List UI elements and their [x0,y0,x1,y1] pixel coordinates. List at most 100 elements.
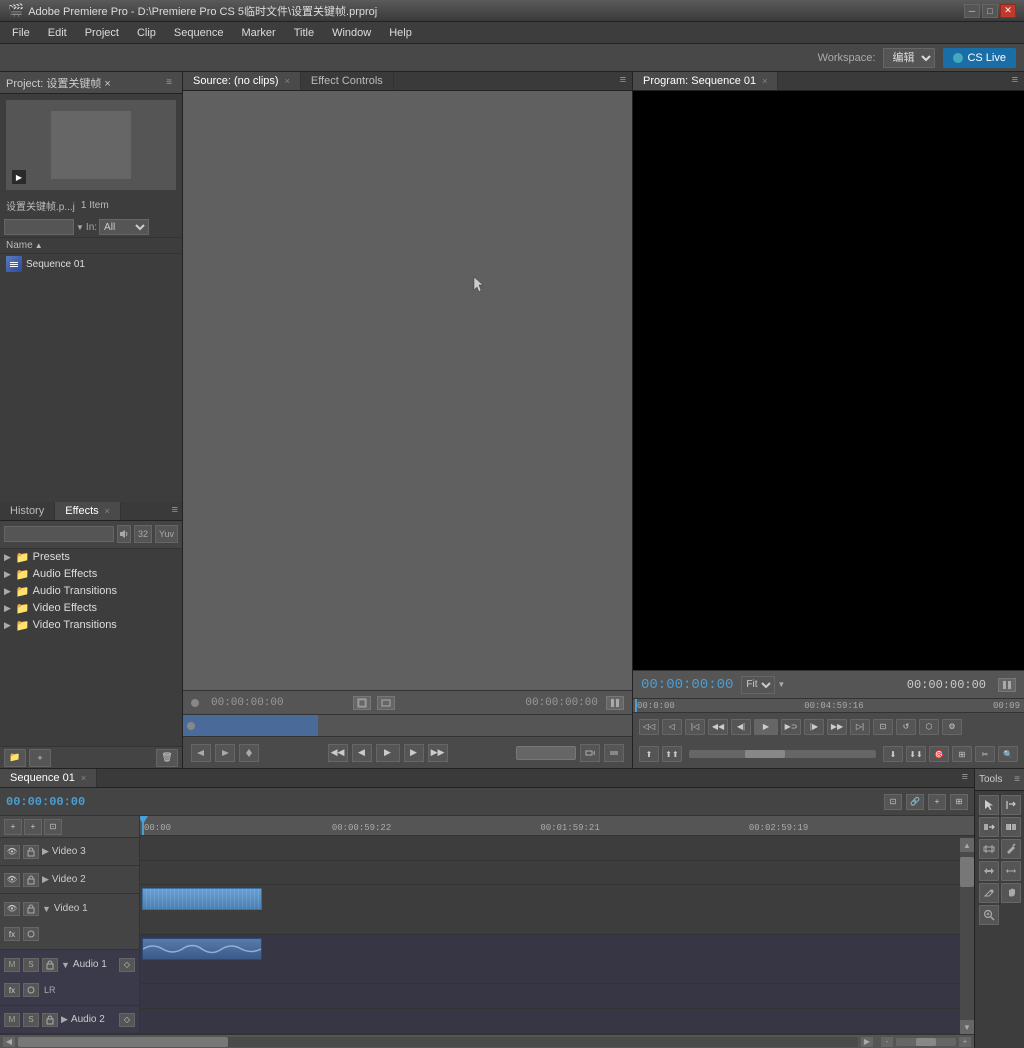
prog-multi-cam[interactable]: ⊞ [952,746,972,762]
program-panel-menu[interactable]: ≡ [1006,72,1024,90]
step-fwd-btn[interactable]: ▶ [404,744,424,762]
audio1-fx-btn[interactable]: fx [4,983,20,997]
effects-32bit-btn[interactable]: 32 [134,525,152,543]
audio1-mute-btn[interactable]: M [4,958,20,972]
selection-tool-btn[interactable] [979,795,999,815]
tab-effect-controls[interactable]: Effect Controls [301,72,394,90]
effects-search-input[interactable] [4,526,114,542]
add-marker-btn[interactable] [239,744,259,762]
output-btn[interactable] [377,696,395,710]
panel-menu-bottom[interactable]: ≡ [168,502,182,520]
slip-tool-btn[interactable] [979,861,999,881]
cs-live-button[interactable]: CS Live [943,48,1016,68]
zoom-tool-btn[interactable] [979,905,999,925]
prog-shuttle-left[interactable]: ◁◁ [639,719,659,735]
tl-zoom-slider[interactable] [896,1038,956,1046]
v-scroll-up-btn[interactable]: ▲ [960,838,974,852]
prog-zoom[interactable]: 🔍 [998,746,1018,762]
menu-clip[interactable]: Clip [129,25,164,41]
prog-settings[interactable]: ⚙ [942,719,962,735]
jog-wheel[interactable] [516,746,576,760]
video2-lock-btn[interactable] [23,873,39,887]
audio2-mute-btn[interactable]: M [4,1013,20,1027]
tl-scroll-thumb[interactable] [18,1037,228,1047]
settings-btn[interactable] [998,678,1016,692]
v-scroll-thumb[interactable] [960,857,974,887]
workspace-select[interactable]: 编辑 [883,48,935,68]
fit-select[interactable]: Fit [741,676,775,694]
video1-fx-btn[interactable]: fx [4,927,20,941]
prog-extract[interactable]: ⬆⬆ [662,746,682,762]
prog-1-back[interactable]: ◁ [662,719,682,735]
slide-tool-btn[interactable] [1001,861,1021,881]
audio1-pan-btn[interactable] [23,983,39,997]
prog-rewind[interactable]: ◀◀ [708,719,728,735]
name-column-header[interactable]: Name ▲ [6,240,176,251]
audio1-solo-btn[interactable]: S [23,958,39,972]
video2-expand-arrow[interactable]: ▶ [42,874,49,885]
tl-scroll-left-btn[interactable]: ◀ [2,1036,16,1048]
prog-play[interactable]: ▶ [754,719,778,735]
prog-match-frame[interactable]: 🎯 [929,746,949,762]
snap-toggle[interactable]: ⊡ [44,819,62,835]
video1-eye-btn[interactable]: 👁 [4,902,20,916]
tl-scroll-track[interactable] [18,1037,858,1047]
tab-program[interactable]: Program: Sequence 01 × [633,72,778,90]
play-button-small[interactable]: ▶ [12,170,26,184]
video1-clip[interactable] [142,888,262,910]
audio2-solo-btn[interactable]: S [23,1013,39,1027]
video1-lock-btn[interactable] [23,902,39,916]
set-work-area-btn[interactable]: ⊞ [950,794,968,810]
prog-step-fwd[interactable]: |▶ [804,719,824,735]
rate-stretch-btn[interactable] [979,839,999,859]
sequence-tab-close-icon[interactable]: × [81,773,86,783]
prog-insert[interactable]: ⬇ [883,746,903,762]
source-tab-close-icon[interactable]: × [285,76,290,86]
menu-project[interactable]: Project [77,25,127,41]
snap-btn[interactable]: ⊡ [884,794,902,810]
v-scroll-down-btn[interactable]: ▼ [960,1020,974,1034]
mark-out-btn[interactable] [215,744,235,762]
tab-effects[interactable]: Effects × [55,502,121,520]
hand-tool-btn[interactable] [1001,883,1021,903]
prog-play-in-out[interactable]: ▶⊃ [781,719,801,735]
video3-lock-btn[interactable] [23,845,39,859]
search-dropdown-arrow[interactable]: ▼ [76,223,84,232]
mark-in-btn[interactable] [191,744,211,762]
new-item-btn[interactable]: + [29,749,51,767]
prog-loop[interactable]: ↺ [896,719,916,735]
prog-slider[interactable] [689,750,876,758]
link-select-btn[interactable]: 🔗 [906,794,924,810]
prog-overwrite[interactable]: ⬇⬇ [906,746,926,762]
prog-step-back[interactable]: ◀| [731,719,751,735]
settings-icon[interactable] [606,696,624,710]
audio-transitions-folder-header[interactable]: ▶ 📁 Audio Transitions [0,583,182,600]
audio1-lock-btn[interactable] [42,958,58,972]
overwrite-btn[interactable] [604,744,624,762]
tab-sequence[interactable]: Sequence 01 × [0,769,97,787]
track-content-video3[interactable] [140,836,974,861]
track-content-video1[interactable] [140,885,974,935]
audio1-clip[interactable] [142,938,262,960]
audio2-expand-arrow[interactable]: ▶ [61,1014,68,1025]
prog-lift[interactable]: ⬆ [639,746,659,762]
tl-zoom-in-btn[interactable]: + [958,1036,972,1048]
insert-btn[interactable] [580,744,600,762]
effects-audio-btn[interactable] [117,525,131,543]
ripple-edit-btn[interactable] [979,817,999,837]
track-select-tool-btn[interactable] [1001,795,1021,815]
panel-menu-icon[interactable]: ≡ [162,76,176,90]
prog-to-start[interactable]: |◁ [685,719,705,735]
add-audio-track-btn[interactable]: + [24,819,42,835]
audio1-expand-arrow[interactable]: ▼ [61,960,70,970]
to-end-btn[interactable]: ▶▶ [428,744,448,762]
video-effects-folder-header[interactable]: ▶ 📁 Video Effects [0,600,182,617]
project-search-input[interactable] [4,219,74,235]
play-stop-btn[interactable]: ▶ [376,744,400,762]
tl-scroll-right-btn[interactable]: ▶ [860,1036,874,1048]
audio1-keyframe-btn[interactable]: ◇ [119,958,135,972]
to-start-btn[interactable]: ◀◀ [328,744,348,762]
effects-tab-close-icon[interactable]: × [105,506,110,516]
maximize-button[interactable]: □ [982,4,998,18]
video1-opacity-btn[interactable] [23,927,39,941]
